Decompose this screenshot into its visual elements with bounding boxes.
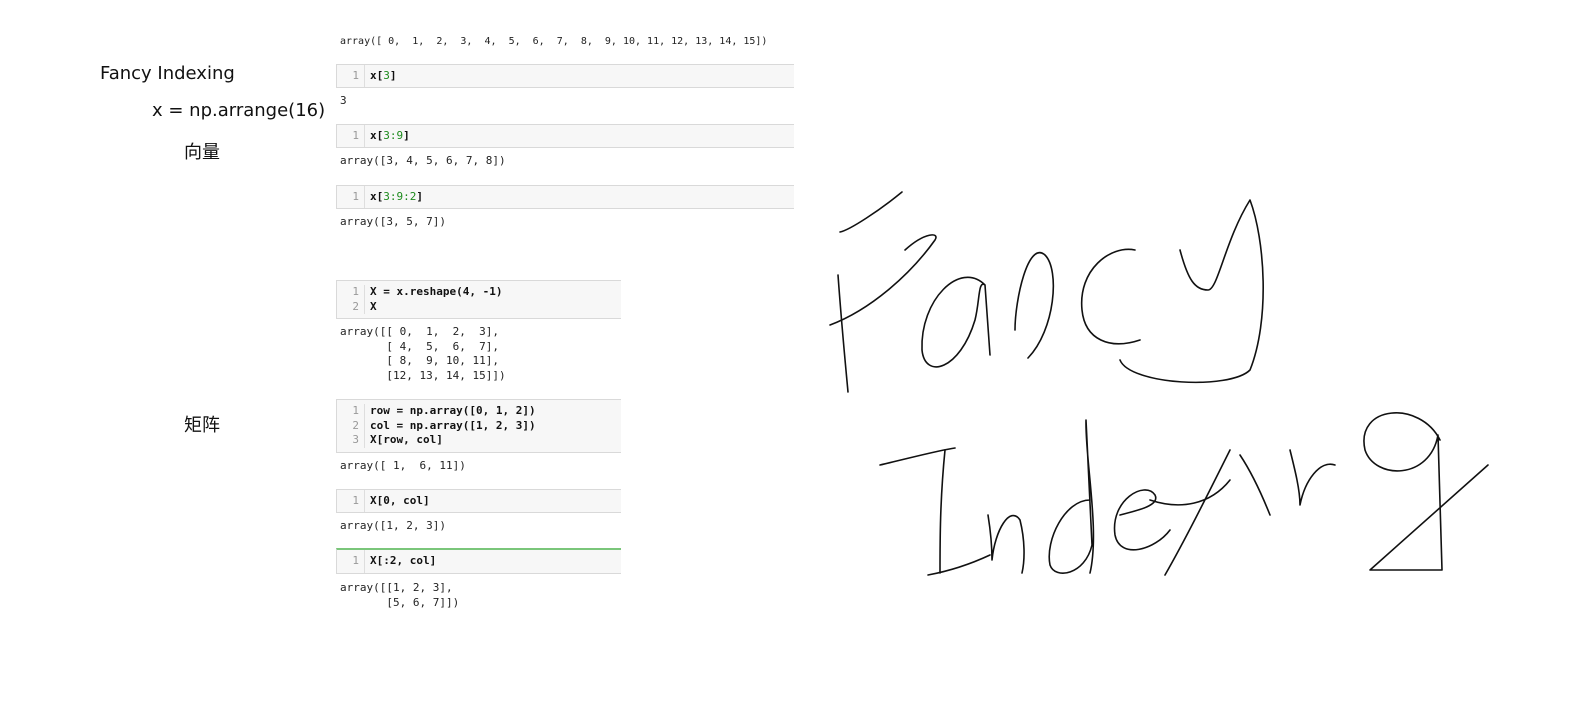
stroke-I-base xyxy=(927,554,991,576)
cell-output: array([3, 4, 5, 6, 7, 8]) xyxy=(340,154,506,167)
stroke-a xyxy=(921,276,991,368)
stroke-g xyxy=(1363,412,1489,571)
stroke-x1 xyxy=(1149,479,1231,506)
cell-output-matrix: array([[1, 2, 3], [5, 6, 7]]) xyxy=(340,581,460,609)
line-numbers: 12 xyxy=(337,285,365,314)
code-lines: row = np.array([0, 1, 2]) col = np.array… xyxy=(370,404,536,446)
stroke-e xyxy=(1113,489,1171,551)
code-lines: X = x.reshape(4, -1) X xyxy=(370,285,503,313)
stroke-d xyxy=(1048,419,1095,574)
code-cell-row-col[interactable]: 123 row = np.array([0, 1, 2]) col = np.a… xyxy=(336,399,621,453)
code-cell-slice-col[interactable]: 1 X[:2, col] xyxy=(336,548,621,574)
cell-output: array([ 1, 6, 11]) xyxy=(340,459,466,472)
code-cell-x-step-slice[interactable]: 1 x[3:9:2] xyxy=(336,185,794,209)
stroke-I-stem xyxy=(939,449,946,574)
code-cell-x-slice[interactable]: 1 x[3:9] xyxy=(336,124,794,148)
heading-fancy-indexing: Fancy Indexing xyxy=(100,63,235,84)
stroke-c xyxy=(1080,248,1141,345)
code-line: x[3] xyxy=(370,68,397,82)
code-line: x[3:9:2] xyxy=(370,189,423,203)
stroke-F-stem xyxy=(837,274,849,393)
stroke-x2 xyxy=(1164,449,1231,576)
line-number: 1 xyxy=(337,65,365,87)
stroke-F-cross xyxy=(829,234,937,326)
line-number: 1 xyxy=(337,550,365,573)
line-numbers: 123 xyxy=(337,404,365,448)
code-line: x[3:9] xyxy=(370,128,410,142)
stroke-y xyxy=(1119,199,1264,384)
code-line: X[:2, col] xyxy=(370,554,437,568)
cell-output: 3 xyxy=(340,94,347,107)
label-vector: 向量 xyxy=(184,142,220,163)
line-number: 1 xyxy=(337,490,365,512)
handwriting-sketch xyxy=(829,191,1489,576)
cell-output: array([3, 5, 7]) xyxy=(340,215,446,228)
code-cell-x-index[interactable]: 1 x[3] xyxy=(336,64,794,88)
stroke-n xyxy=(1014,251,1055,359)
note-assignment: x = np.arrange(16) xyxy=(152,100,326,121)
cell-output-matrix: array([[ 0, 1, 2, 3], [ 4, 5, 6, 7], [ 8… xyxy=(340,325,506,382)
code-cell-reshape[interactable]: 12 X = x.reshape(4, -1) X xyxy=(336,280,621,319)
stroke-n2 xyxy=(987,514,1025,574)
stroke-i xyxy=(1239,454,1271,516)
line-number: 1 xyxy=(337,125,365,147)
stroke-F-top xyxy=(839,191,903,233)
code-cell-zero-col[interactable]: 1 X[0, col] xyxy=(336,489,621,513)
cell-output: array([1, 2, 3]) xyxy=(340,519,446,532)
code-line: X[0, col] xyxy=(370,493,430,507)
label-matrix: 矩阵 xyxy=(184,415,220,436)
stroke-n3 xyxy=(1289,449,1336,506)
array-output: array([ 0, 1, 2, 3, 4, 5, 6, 7, 8, 9, 10… xyxy=(340,36,768,47)
line-number: 1 xyxy=(337,186,365,208)
